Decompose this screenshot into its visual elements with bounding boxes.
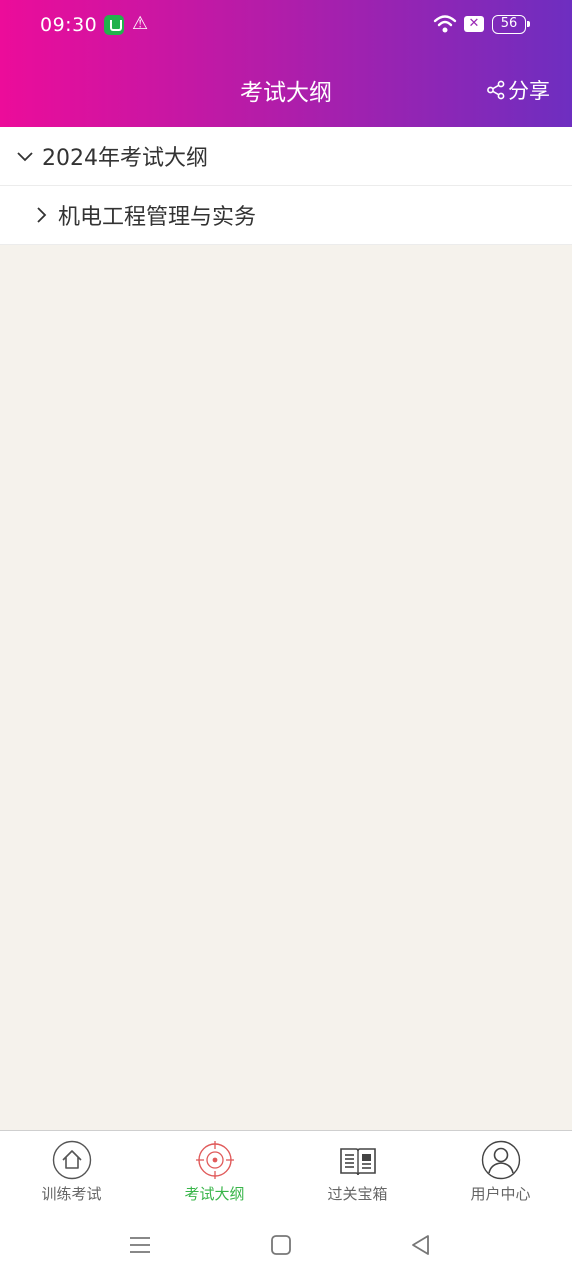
sim-off-icon: ✕	[464, 16, 484, 32]
tab-exam-syllabus[interactable]: 考试大纲	[143, 1131, 286, 1210]
user-icon	[481, 1140, 520, 1180]
share-button[interactable]: 分享	[486, 75, 550, 105]
app-header: 09:30 ⚠ ✕ 56 考试大纲 分享	[0, 0, 572, 127]
bottom-tab-bar: 训练考试 考试大纲 过关宝箱 用户中心	[0, 1130, 572, 1210]
home-button-icon[interactable]	[266, 1230, 296, 1260]
warning-icon: ⚠	[132, 13, 149, 34]
target-icon	[195, 1141, 234, 1179]
tree-item-2024-syllabus[interactable]: 2024年考试大纲	[0, 127, 572, 186]
outline-tree: 2024年考试大纲 机电工程管理与实务	[0, 127, 572, 245]
share-icon	[487, 80, 505, 100]
status-time: 09:30	[40, 14, 98, 36]
tab-label: 考试大纲	[184, 1185, 245, 1203]
system-nav-bar	[0, 1210, 572, 1280]
app-notification-icon	[104, 15, 124, 35]
tab-user-center[interactable]: 用户中心	[429, 1131, 572, 1210]
status-bar: 09:30 ⚠ ✕ 56	[0, 0, 572, 50]
chevron-right-icon	[37, 207, 47, 223]
tree-item-label: 机电工程管理与实务	[58, 205, 257, 230]
tree-item-label: 2024年考试大纲	[42, 146, 208, 171]
share-label: 分享	[508, 79, 550, 103]
home-icon	[52, 1140, 91, 1180]
tree-item-electromechanical[interactable]: 机电工程管理与实务	[0, 186, 572, 245]
back-icon[interactable]	[406, 1230, 436, 1260]
tab-label: 用户中心	[470, 1185, 531, 1203]
tab-label: 过关宝箱	[327, 1185, 388, 1203]
battery-icon: 56	[492, 15, 530, 34]
wifi-icon	[433, 15, 457, 33]
tab-label: 训练考试	[41, 1185, 102, 1203]
tab-training-exam[interactable]: 训练考试	[0, 1131, 143, 1210]
news-book-icon	[339, 1148, 376, 1176]
tab-pass-treasure[interactable]: 过关宝箱	[286, 1131, 429, 1210]
chevron-down-icon	[17, 152, 33, 162]
menu-icon[interactable]	[125, 1230, 155, 1260]
